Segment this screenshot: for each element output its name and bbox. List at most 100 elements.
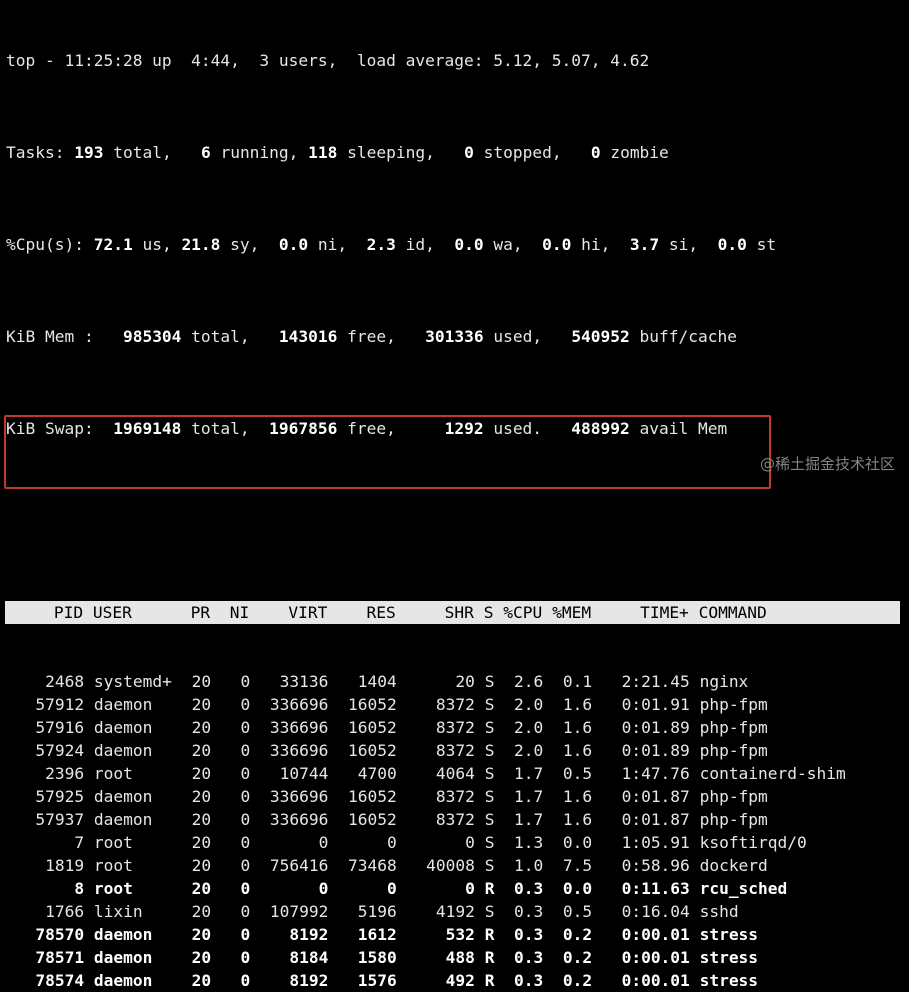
cpu-sy: 21.8 xyxy=(181,235,221,254)
cell-s: S xyxy=(484,695,495,714)
cell-s: S xyxy=(484,833,495,852)
cell-user: daemon xyxy=(93,971,153,990)
cpu-st: 0.0 xyxy=(717,235,747,254)
cell-mem: 0.5 xyxy=(562,902,593,921)
cell-pid: 78570 xyxy=(35,925,85,944)
process-row: 57912 daemon 20 0 336696 16052 8372 S 2.0 1.6 0:01… xyxy=(6,693,900,716)
cell-shr: 8372 xyxy=(435,810,475,829)
cell-mem: 1.6 xyxy=(562,695,593,714)
tasks-stopped-label: stopped, xyxy=(473,143,591,162)
cell-cpu: 2.0 xyxy=(514,741,544,760)
cell-pr: 20 xyxy=(191,833,212,852)
process-row: 7 root 20 0 0 0 0 S 1.3 0.0 1:05.91 ksoftirqd/0 xyxy=(6,831,900,854)
cell-virt: 10744 xyxy=(279,764,329,783)
process-table-body: 2468 systemd+ 20 0 33136 1404 20 S 2.6 0.1 2:21.45… xyxy=(6,670,900,992)
column-header-virt: VIRT xyxy=(288,603,328,622)
cell-pr: 20 xyxy=(191,695,212,714)
column-header-res: RES xyxy=(366,603,396,622)
cell-time: 0:01.89 xyxy=(621,741,690,760)
cell-time: 0:00.01 xyxy=(621,925,690,944)
cell-cmd: php-fpm xyxy=(699,695,768,714)
cell-shr: 8372 xyxy=(435,787,475,806)
tasks-line: Tasks: 193 total, 6 running, 118 sleepin… xyxy=(6,141,900,164)
cell-pr: 20 xyxy=(191,971,212,990)
cell-cpu: 0.3 xyxy=(514,902,544,921)
mem-line: KiB Mem : 985304 total, 143016 free, 301… xyxy=(6,325,900,348)
cell-cpu: 0.3 xyxy=(514,925,544,944)
cell-shr: 40008 xyxy=(426,856,475,875)
cell-shr: 8372 xyxy=(435,695,475,714)
cell-time: 0:11.63 xyxy=(621,879,690,898)
swap-avail-label: avail Mem xyxy=(629,419,728,438)
cell-cmd: nginx xyxy=(699,672,749,691)
cell-shr: 8372 xyxy=(435,718,475,737)
cell-ni: 0 xyxy=(240,971,251,990)
cell-cmd: stress xyxy=(699,925,759,944)
cell-pr: 20 xyxy=(191,718,212,737)
cpu-ni: 0.0 xyxy=(278,235,309,254)
cell-shr: 8372 xyxy=(435,741,475,760)
cell-user: daemon xyxy=(93,810,153,829)
swap-line: KiB Swap: 1969148 total, 1967856 free, 1… xyxy=(6,417,900,440)
watermark: @稀土掘金技术社区 xyxy=(759,455,895,473)
cell-res: 5196 xyxy=(357,902,397,921)
cell-cpu: 2.0 xyxy=(514,718,544,737)
tasks-zombie: 0 xyxy=(590,143,601,162)
swap-free: 1967856 xyxy=(269,419,338,438)
uptime-line: top - 11:25:28 up 4:44, 3 users, load av… xyxy=(6,51,650,70)
column-header-mem: %MEM xyxy=(552,603,592,622)
cell-pid: 2468 xyxy=(45,672,85,691)
cell-cmd: php-fpm xyxy=(699,741,768,760)
cpu-si-label: si, xyxy=(659,235,718,254)
cell-res: 16052 xyxy=(348,718,397,737)
tasks-zombie-label: zombie xyxy=(600,143,669,162)
tasks-stopped: 0 xyxy=(464,143,474,162)
cell-s: S xyxy=(484,764,495,783)
process-row: 57937 daemon 20 0 336696 16052 8372 S 1.7 1.6 0:01… xyxy=(6,808,900,831)
process-table-header: PID USER PR NI VIRT RES SHR S %CPU %MEM TIME+ COMMA… xyxy=(5,601,900,624)
cell-s: R xyxy=(484,948,495,967)
swap-free-label: free, xyxy=(337,419,445,438)
cell-res: 0 xyxy=(387,879,397,898)
tasks-total: 193 xyxy=(74,143,104,162)
mem-total-label: total, xyxy=(181,327,279,346)
cell-pid: 1819 xyxy=(45,856,85,875)
cpu-wa: 0.0 xyxy=(454,235,484,254)
process-row: 2396 root 20 0 10744 4700 4064 S 1.7 0.5 1:47.76 co… xyxy=(6,762,900,785)
cell-user: root xyxy=(93,856,133,875)
cell-cmd: containerd-shim xyxy=(699,764,846,783)
cell-pid: 57924 xyxy=(35,741,85,760)
cell-time: 0:01.91 xyxy=(621,695,690,714)
cell-pid: 57925 xyxy=(35,787,85,806)
cell-ni: 0 xyxy=(240,879,251,898)
cell-cpu: 1.7 xyxy=(514,764,544,783)
cell-pr: 20 xyxy=(191,741,212,760)
cell-cpu: 1.3 xyxy=(514,833,544,852)
cell-virt: 336696 xyxy=(269,741,329,760)
cell-time: 0:00.01 xyxy=(621,971,690,990)
cell-cpu: 0.3 xyxy=(514,879,544,898)
process-row: 1766 lixin 20 0 107992 5196 4192 S 0.3 0.5 0:16.04… xyxy=(6,900,900,923)
cell-shr: 20 xyxy=(455,672,475,691)
cpu-sy-label: sy, xyxy=(220,235,279,254)
cell-user: lixin xyxy=(93,902,143,921)
column-header-pid: PID xyxy=(53,603,84,622)
cell-s: R xyxy=(484,971,495,990)
cell-cmd: dockerd xyxy=(699,856,768,875)
mem-free: 143016 xyxy=(278,327,338,346)
cell-mem: 0.2 xyxy=(562,925,593,944)
cell-time: 1:47.76 xyxy=(621,764,690,783)
cell-cmd: php-fpm xyxy=(699,718,768,737)
cell-virt: 0 xyxy=(318,879,329,898)
cpu-hi: 0.0 xyxy=(542,235,572,254)
cell-shr: 532 xyxy=(445,925,475,944)
cell-cpu: 2.0 xyxy=(514,695,544,714)
cell-pr: 20 xyxy=(191,925,212,944)
cell-virt: 8184 xyxy=(289,948,329,967)
cell-res: 1580 xyxy=(357,948,397,967)
cell-pr: 20 xyxy=(191,948,212,967)
cell-pr: 20 xyxy=(191,672,212,691)
tasks-running: 6 xyxy=(200,143,211,162)
cell-res: 1576 xyxy=(357,971,397,990)
cell-time: 0:01.87 xyxy=(621,810,690,829)
